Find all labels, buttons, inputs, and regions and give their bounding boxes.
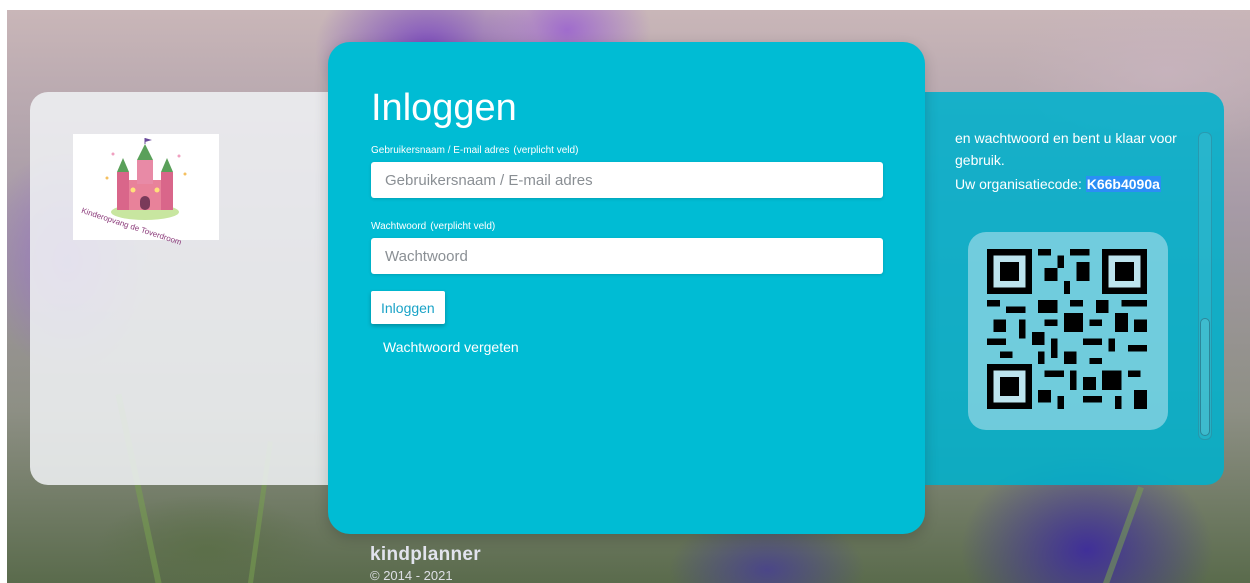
qr-code-panel [968,232,1168,430]
username-label-text: Gebruikersnaam / E-mail adres [371,145,510,156]
organization-logo: Kinderopvang de Toverdroom [73,134,219,247]
info-scrollbar[interactable] [1198,132,1212,440]
info-paragraph: en wachtwoord en bent u klaar voor gebru… [955,130,1177,168]
qr-code-icon [987,249,1147,409]
forgot-password-link[interactable]: Wachtwoord vergeten [383,339,519,355]
username-label: Gebruikersnaam / E-mail adres (verplicht … [371,145,578,156]
org-code-value: K66b4090a [1085,176,1161,192]
footer-brand: kindplanner [370,544,481,565]
org-code-prefix: Uw organisatiecode: [955,176,1082,192]
password-input[interactable] [371,238,883,274]
org-code-paragraph: Uw organisatiecode: K66b4090a [955,173,1185,195]
page-title: Inloggen [371,87,517,129]
castle-logo-icon [105,138,187,220]
password-label-text: Wachtwoord [371,221,427,232]
info-scrollbar-thumb[interactable] [1200,318,1210,436]
info-panel: en wachtwoord en bent u klaar voor gebru… [900,92,1224,485]
background-stem [1097,486,1144,583]
login-card: Inloggen Gebruikersnaam / E-mail adres (v… [328,42,925,534]
username-required-note: (verplicht veld) [513,145,579,156]
login-button[interactable]: Inloggen [371,291,445,324]
info-text: en wachtwoord en bent u klaar voor gebru… [955,127,1185,195]
password-label: Wachtwoord (verplicht veld) [371,221,495,232]
username-input[interactable] [371,162,883,198]
password-required-note: (verplicht veld) [430,221,496,232]
footer-copyright: © 2014 - 2021 [370,568,453,583]
